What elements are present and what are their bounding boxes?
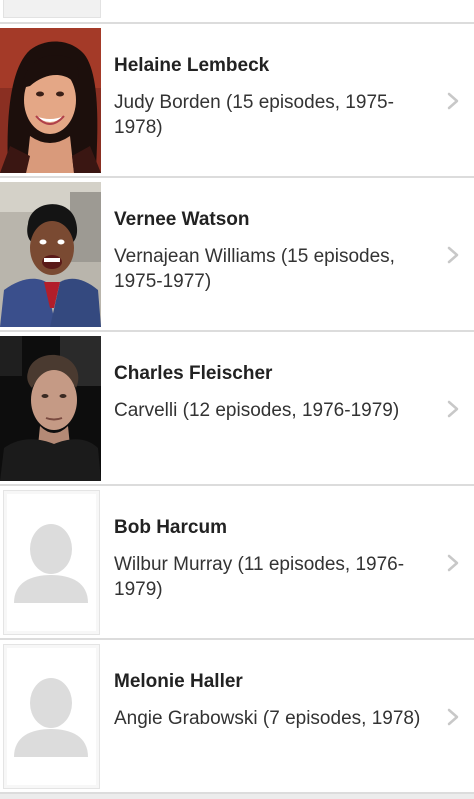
cast-row[interactable]: Charles Fleischer Carvelli (12 episodes,… — [0, 332, 474, 486]
cast-list: Helaine Lembeck Judy Borden (15 episodes… — [0, 24, 474, 794]
character-credit: Carvelli (12 episodes, 1976-1979) — [114, 400, 400, 421]
character-credit: Judy Borden (15 episodes, 1975-1978) — [114, 92, 394, 138]
chevron-right-icon — [447, 92, 459, 110]
actor-photo — [0, 182, 101, 327]
actor-name: Helaine Lembeck — [114, 55, 270, 76]
actor-name: Bob Harcum — [114, 517, 227, 538]
cast-row[interactable]: Bob Harcum Wilbur Murray (11 episodes, 1… — [0, 486, 474, 640]
previous-cast-row-partial[interactable] — [0, 0, 474, 24]
placeholder-person-icon — [14, 678, 88, 757]
actor-photo — [0, 28, 101, 173]
actor-photo-placeholder — [3, 644, 100, 789]
actor-name: Vernee Watson — [114, 209, 250, 230]
character-credit: Vernajean Williams (15 episodes, 1975-19… — [114, 246, 395, 292]
chevron-right-icon — [447, 708, 459, 726]
chevron-right-icon — [447, 400, 459, 418]
chevron-right-icon — [447, 554, 459, 572]
actor-photo — [0, 336, 101, 481]
previous-cast-photo — [3, 0, 101, 18]
cast-row[interactable]: Vernee Watson Vernajean Williams (15 epi… — [0, 178, 474, 332]
actor-photo-placeholder — [3, 490, 100, 635]
chevron-right-icon — [447, 246, 459, 264]
placeholder-person-icon — [14, 524, 88, 603]
portrait-photo-man — [0, 336, 101, 481]
actor-name: Melonie Haller — [114, 671, 243, 692]
portrait-photo-smiling-woman — [0, 28, 101, 173]
actor-name: Charles Fleischer — [114, 363, 273, 384]
character-credit: Wilbur Murray (11 episodes, 1976-1979) — [114, 554, 405, 600]
cast-row[interactable]: Helaine Lembeck Judy Borden (15 episodes… — [0, 24, 474, 178]
portrait-photo-laughing-woman — [0, 182, 101, 327]
character-credit: Angie Grabowski (7 episodes, 1978) — [114, 708, 421, 729]
cast-row[interactable]: Melonie Haller Angie Grabowski (7 episod… — [0, 640, 474, 794]
